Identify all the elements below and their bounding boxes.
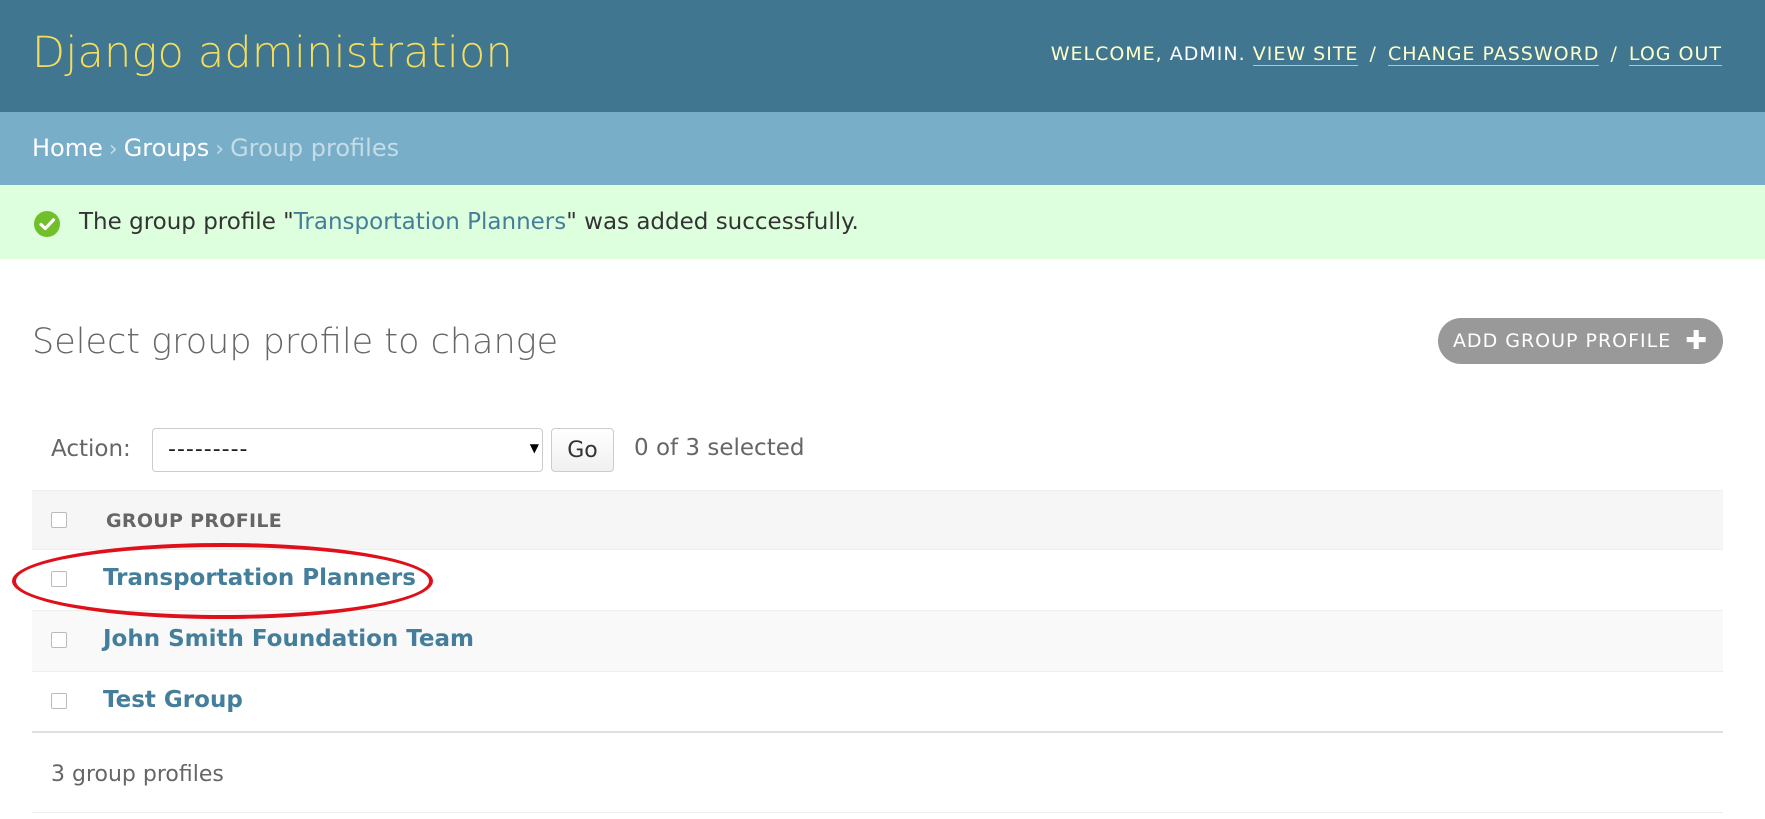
breadcrumb-home[interactable]: Home (32, 134, 103, 162)
table-row: John Smith Foundation Team (32, 611, 1723, 672)
add-group-profile-button[interactable]: Add group profile ✚ (1438, 318, 1723, 364)
row-link[interactable]: Transportation Planners (103, 565, 416, 591)
chevron-down-icon: ▼ (529, 441, 539, 455)
view-site-link[interactable]: View site (1252, 43, 1359, 66)
header: Django administration Welcome, admin. Vi… (0, 0, 1765, 112)
breadcrumb-trail: Home › Groups › Group profiles (32, 134, 399, 162)
row-link[interactable]: John Smith Foundation Team (103, 626, 474, 652)
action-select[interactable]: --------- ▼ (152, 428, 543, 472)
success-message-text: The group profile "Transportation Planne… (79, 209, 859, 235)
message-object-link[interactable]: Transportation Planners (294, 209, 567, 235)
row-checkbox[interactable] (51, 571, 67, 587)
separator: / (1610, 43, 1618, 65)
breadcrumb: Home › Groups › Group profiles (0, 112, 1765, 185)
change-password-link[interactable]: Change password (1387, 43, 1600, 66)
row-checkbox[interactable] (51, 632, 67, 648)
action-select-value: --------- (168, 437, 249, 462)
site-brand[interactable]: Django administration (32, 28, 513, 78)
go-button[interactable]: Go (551, 428, 614, 472)
check-circle-icon (34, 211, 60, 237)
success-message: The group profile "Transportation Planne… (0, 185, 1765, 259)
table-row: Test Group (32, 672, 1723, 733)
paginator-count: 3 group profiles (51, 762, 224, 787)
welcome-text: Welcome, (1050, 43, 1163, 65)
table-header: Group profile (32, 490, 1723, 550)
divider (32, 812, 1723, 813)
user-suffix: . (1238, 43, 1246, 65)
page-title: Select group profile to change (32, 322, 559, 362)
message-prefix: The group profile " (79, 209, 294, 235)
action-label: Action: (51, 436, 131, 462)
row-checkbox[interactable] (51, 693, 67, 709)
breadcrumb-separator: › (215, 137, 225, 162)
user-tools: Welcome, admin. View site / Change passw… (1050, 43, 1722, 66)
column-header-label: Group profile (106, 510, 283, 532)
select-all-checkbox[interactable] (51, 512, 67, 528)
results-table: Group profile Transportation Planners Jo… (32, 490, 1723, 733)
user-name: admin (1169, 43, 1239, 65)
row-link[interactable]: Test Group (103, 687, 243, 713)
separator: / (1369, 43, 1377, 65)
breadcrumb-separator: › (108, 137, 118, 162)
plus-icon: ✚ (1685, 326, 1709, 356)
column-header-group-profile[interactable]: Group profile (106, 510, 282, 532)
message-suffix: " was added successfully. (566, 209, 859, 235)
table-row: Transportation Planners (32, 550, 1723, 611)
selection-counter: 0 of 3 selected (634, 435, 805, 461)
log-out-link[interactable]: Log out (1628, 43, 1722, 66)
breadcrumb-groups[interactable]: Groups (124, 134, 210, 162)
breadcrumb-current: Group profiles (230, 134, 400, 162)
add-button-label: Add group profile (1452, 330, 1672, 352)
